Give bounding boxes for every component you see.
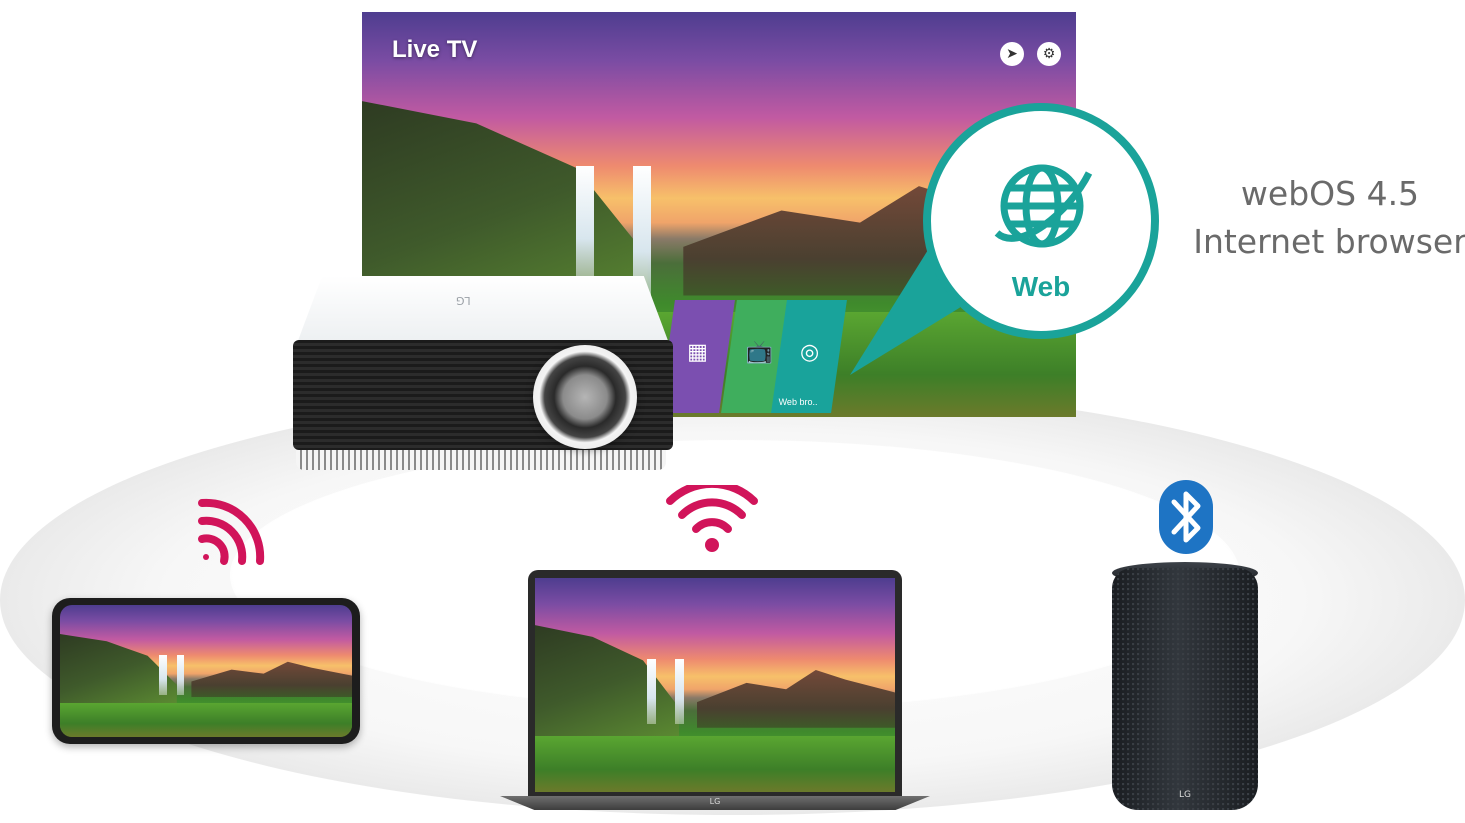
- projector-lens: [533, 345, 637, 449]
- web-browser-tile-label: Web bro..: [778, 397, 818, 407]
- wifi-icon-laptop: [666, 485, 758, 552]
- bluetooth-speaker: LG: [1112, 568, 1258, 810]
- phone-screen: [60, 605, 352, 737]
- laptop: [528, 570, 902, 796]
- wifi-icon-phone: [198, 498, 265, 565]
- speaker-logo: LG: [1179, 790, 1191, 800]
- web-callout: Web: [923, 103, 1159, 339]
- headline-line-1: webOS 4.5: [1240, 174, 1420, 213]
- live-tv-title: Live TV: [392, 36, 478, 63]
- web-label: Web: [1011, 271, 1071, 302]
- laptop-screen: [535, 578, 895, 792]
- feature-headline: webOS 4.5 Internet browser: [1180, 170, 1465, 266]
- input-icon[interactable]: ➤: [1000, 42, 1024, 66]
- film-icon: ▦: [687, 340, 708, 365]
- bluetooth-icon: [1159, 480, 1213, 554]
- laptop-base: LG: [500, 796, 930, 810]
- laptop-logo: LG: [709, 797, 721, 806]
- projector-logo: LG: [456, 294, 471, 307]
- projector-base: [296, 450, 666, 470]
- globe-icon: ◎: [799, 340, 820, 365]
- globe-icon: [994, 164, 1093, 248]
- settings-gear-icon[interactable]: ⚙: [1037, 42, 1061, 66]
- projector-top: LG: [296, 276, 670, 346]
- smartphone: [52, 598, 360, 744]
- headline-line-2: Internet browser: [1193, 222, 1465, 261]
